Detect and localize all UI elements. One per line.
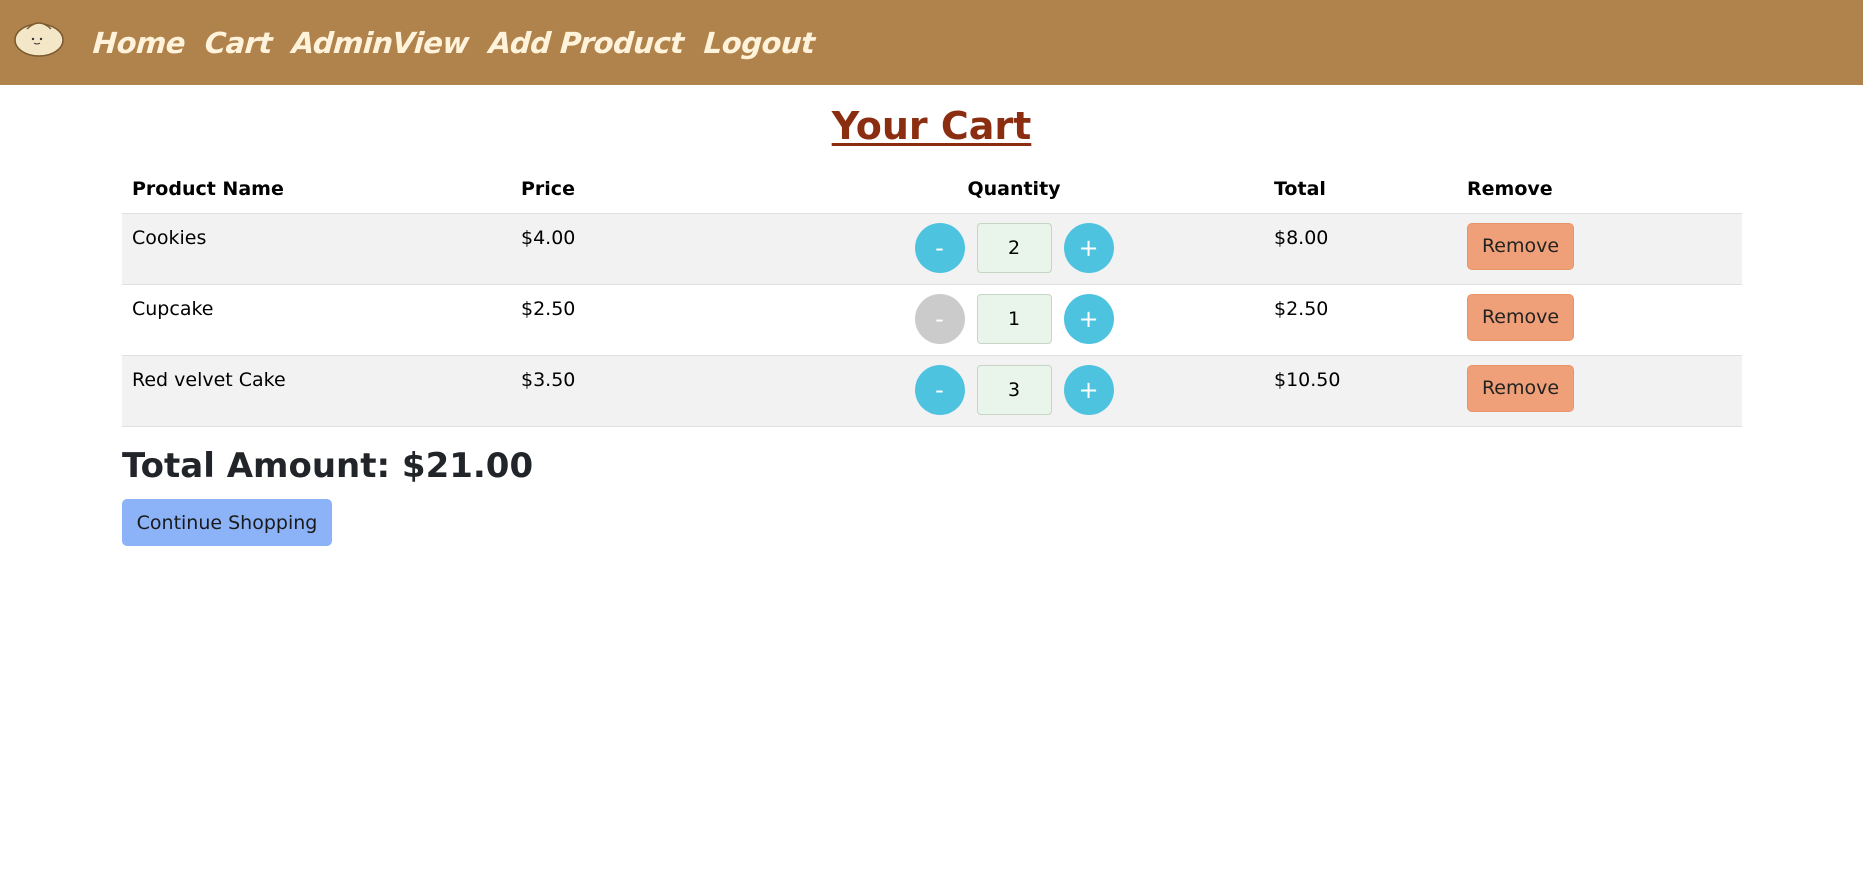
quantity-stepper: - + — [764, 284, 1264, 356]
increase-quantity-button[interactable]: + — [1063, 293, 1114, 344]
total-amount: Total Amount: $21.00 — [122, 446, 534, 486]
table-row: Cookies $4.00 - + $8.00 Remove — [122, 213, 1742, 285]
product-name: Cookies — [122, 213, 511, 285]
quantity-input[interactable] — [976, 364, 1052, 415]
navbar: Home Cart AdminView Add Product Logout — [0, 0, 1863, 85]
product-price: $2.50 — [511, 284, 764, 356]
quantity-input[interactable] — [976, 222, 1052, 273]
nav-add-product[interactable]: Add Product — [488, 26, 685, 60]
decrease-quantity-button[interactable]: - — [914, 293, 965, 344]
header-quantity: Quantity — [764, 166, 1264, 214]
product-name: Cupcake — [122, 284, 511, 356]
remove-button[interactable]: Remove — [1467, 293, 1574, 341]
quantity-input[interactable] — [976, 293, 1052, 344]
table-row: Red velvet Cake $3.50 - + $10.50 Remove — [122, 355, 1742, 427]
product-name: Red velvet Cake — [122, 355, 511, 427]
quantity-stepper: - + — [764, 213, 1264, 285]
decrease-quantity-button[interactable]: - — [914, 222, 965, 273]
product-price: $3.50 — [511, 355, 764, 427]
increase-quantity-button[interactable]: + — [1063, 364, 1114, 415]
product-total: $2.50 — [1264, 284, 1457, 356]
logo-icon[interactable] — [13, 15, 65, 57]
nav-logout[interactable]: Logout — [703, 26, 816, 60]
header-remove: Remove — [1457, 166, 1742, 214]
header-total: Total — [1264, 166, 1457, 214]
nav-cart[interactable]: Cart — [204, 26, 273, 60]
table-row: Cupcake $2.50 - + $2.50 Remove — [122, 284, 1742, 356]
product-price: $4.00 — [511, 213, 764, 285]
remove-button[interactable]: Remove — [1467, 222, 1574, 270]
cart-table: Product Name Price Quantity Total Remove… — [122, 166, 1742, 427]
header-price: Price — [511, 166, 764, 214]
product-total: $10.50 — [1264, 355, 1457, 427]
remove-button[interactable]: Remove — [1467, 364, 1574, 412]
nav-adminview[interactable]: AdminView — [291, 26, 470, 60]
table-header-row: Product Name Price Quantity Total Remove — [122, 166, 1742, 214]
increase-quantity-button[interactable]: + — [1063, 222, 1114, 273]
page-title: Your Cart — [831, 104, 1032, 148]
quantity-stepper: - + — [764, 355, 1264, 427]
header-product-name: Product Name — [122, 166, 511, 214]
nav-home[interactable]: Home — [92, 26, 186, 60]
continue-shopping-button[interactable]: Continue Shopping — [122, 499, 332, 546]
product-total: $8.00 — [1264, 213, 1457, 285]
decrease-quantity-button[interactable]: - — [914, 364, 965, 415]
